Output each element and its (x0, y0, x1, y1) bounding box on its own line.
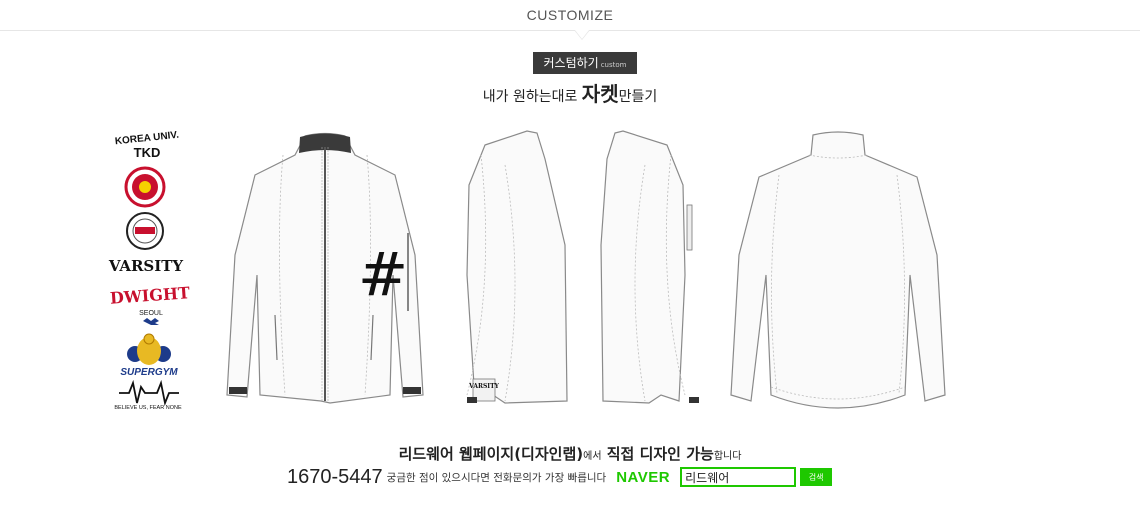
custom-badge-label: 커스텀하기 (543, 56, 599, 70)
logo-red-emblem[interactable] (124, 166, 166, 208)
logo-dwight-seoul[interactable]: DWIGHT SEOUL (109, 283, 190, 325)
design-lab-notice: 리드웨어 웹페이지(디자인랩)에서 직접 디자인 가능합니다 (0, 443, 1140, 464)
jacket-left-side-view[interactable]: VARSITY (466, 130, 568, 404)
headline-emphasis: 자켓 (581, 82, 619, 106)
jacket-back-view[interactable] (730, 131, 946, 409)
svg-text:BELIEVE US, FEAR NONE: BELIEVE US, FEAR NONE (114, 405, 182, 411)
svg-text:SUPERGYM: SUPERGYM (120, 367, 178, 378)
notice-main2: 직접 디자인 가능 (601, 445, 714, 463)
notice-small2: 합니다 (713, 451, 742, 462)
logo-supergym[interactable]: SUPERGYM (120, 333, 178, 378)
phone-note: 궁금한 점이 있으시다면 전화문의가 가장 빠릅니다 (386, 471, 607, 484)
notice-main: 리드웨어 웹페이지(디자인랩) (398, 445, 584, 463)
phone-number[interactable]: 1670-5447 (287, 466, 383, 489)
customize-tab-bar: CUSTOMIZE (0, 0, 1140, 40)
logo-round-seal[interactable] (126, 212, 164, 250)
contact-search-row: 1670-5447 궁금한 점이 있으시다면 전화문의가 가장 빠릅니다 NAV… (287, 466, 833, 489)
headline-pre: 내가 원하는대로 (482, 89, 582, 105)
svg-text:DWIGHT: DWIGHT (109, 283, 190, 308)
customize-tab-title[interactable]: CUSTOMIZE (0, 7, 1140, 23)
jacket-front-view[interactable]: # (226, 132, 424, 404)
svg-text:TKD: TKD (134, 145, 161, 160)
sleeve-print: VARSITY (468, 383, 499, 390)
naver-logo: NAVER (616, 468, 671, 486)
headline: 내가 원하는대로 자켓만들기 (0, 78, 1140, 107)
custom-badge-sub: custom (600, 61, 627, 69)
custom-badge: 커스텀하기 custom (533, 52, 637, 74)
logo-options: KOREA UNIV. TKD VARSITY DWIGHT SEOUL SUP… (108, 130, 190, 411)
chest-mark: # (358, 240, 408, 310)
logo-varsity[interactable]: VARSITY (108, 257, 184, 275)
naver-search-input[interactable] (680, 467, 797, 487)
jacket-preview-views: # VARSITY (226, 130, 946, 409)
logo-korea-univ-tkd[interactable]: KOREA UNIV. TKD (114, 130, 179, 160)
logo-heartbeat[interactable]: BELIEVE US, FEAR NONE (114, 379, 182, 411)
notice-small: 에서 (583, 451, 602, 462)
naver-search-button[interactable]: 검색 (800, 468, 833, 486)
svg-text:SEOUL: SEOUL (139, 310, 163, 317)
headline-post: 만들기 (618, 89, 658, 105)
jacket-right-side-view[interactable] (600, 130, 699, 404)
